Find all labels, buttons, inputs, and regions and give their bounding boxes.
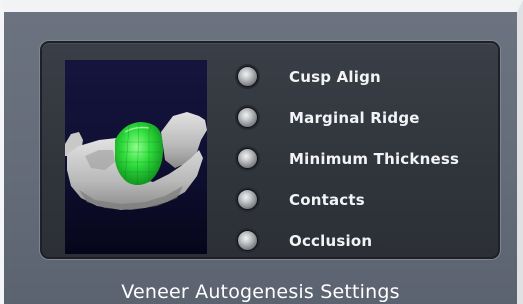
tooth-preview-viewport[interactable] <box>65 60 207 254</box>
option-contacts[interactable]: Contacts <box>237 179 497 220</box>
option-label: Cusp Align <box>289 67 381 86</box>
settings-options: Cusp Align Marginal Ridge Minimum Thickn… <box>237 56 497 261</box>
option-marginal-ridge[interactable]: Marginal Ridge <box>237 97 497 138</box>
option-minimum-thickness[interactable]: Minimum Thickness <box>237 138 497 179</box>
option-label: Minimum Thickness <box>289 149 460 168</box>
settings-window: Cusp Align Marginal Ridge Minimum Thickn… <box>0 0 523 304</box>
window-title: Veneer Autogenesis Settings <box>121 281 400 303</box>
radio-button-icon[interactable] <box>237 189 258 210</box>
radio-button-icon[interactable] <box>237 66 258 87</box>
option-occlusion[interactable]: Occlusion <box>237 220 497 261</box>
option-label: Contacts <box>289 190 365 209</box>
radio-button-icon[interactable] <box>237 107 258 128</box>
radio-button-icon[interactable] <box>237 148 258 169</box>
option-label: Marginal Ridge <box>289 108 420 127</box>
option-label: Occlusion <box>289 231 373 250</box>
settings-panel: Cusp Align Marginal Ridge Minimum Thickn… <box>40 41 500 259</box>
tooth-veneer-3d-preview-icon <box>65 112 207 210</box>
radio-button-icon[interactable] <box>237 230 258 251</box>
option-cusp-align[interactable]: Cusp Align <box>237 56 497 97</box>
